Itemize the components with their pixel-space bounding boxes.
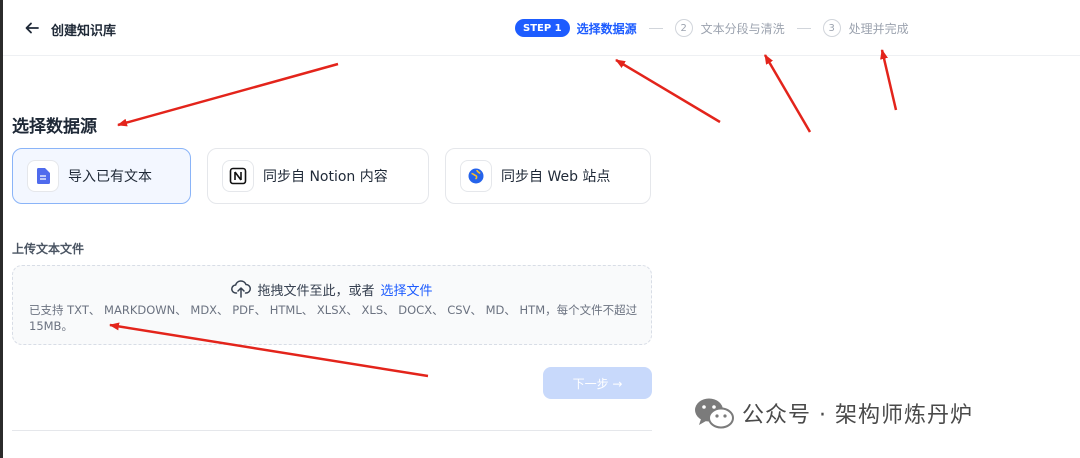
file-dropzone[interactable]: 拖拽文件至此，或者 选择文件 已支持 TXT、 MARKDOWN、 MDX、 P… bbox=[12, 265, 652, 345]
annotation-arrow bbox=[117, 62, 339, 127]
source-card-label: 导入已有文本 bbox=[68, 169, 152, 185]
cloud-upload-icon bbox=[231, 279, 252, 299]
page-header: 创建知识库 STEP 1 选择数据源 2 文本分段与清洗 3 处理并完成 bbox=[3, 0, 1080, 56]
page-title: 创建知识库 bbox=[51, 24, 117, 39]
back-arrow-icon[interactable] bbox=[23, 19, 41, 37]
step-indicator: STEP 1 选择数据源 2 文本分段与清洗 3 处理并完成 bbox=[515, 18, 909, 38]
source-card-notion[interactable]: 同步自 Notion 内容 bbox=[207, 148, 429, 204]
step-separator bbox=[648, 27, 663, 29]
step-3-label: 处理并完成 bbox=[848, 21, 909, 36]
watermark: 公众号 · 架构师炼丹炉 bbox=[692, 395, 973, 431]
step-separator bbox=[796, 27, 811, 29]
document-icon bbox=[27, 160, 59, 192]
window-frame-edge bbox=[0, 0, 3, 458]
web-icon bbox=[460, 160, 492, 192]
supported-formats-hint: 已支持 TXT、 MARKDOWN、 MDX、 PDF、 HTML、 XLSX、… bbox=[29, 303, 638, 333]
upload-section-label: 上传文本文件 bbox=[12, 242, 85, 256]
source-card-label: 同步自 Web 站点 bbox=[501, 169, 611, 185]
source-card-web[interactable]: 同步自 Web 站点 bbox=[445, 148, 651, 204]
footer-divider bbox=[12, 430, 652, 431]
notion-icon bbox=[222, 160, 254, 192]
step-1-badge: STEP 1 bbox=[515, 19, 570, 37]
step-3-number: 3 bbox=[822, 19, 841, 37]
step-2-label: 文本分段与清洗 bbox=[700, 21, 785, 36]
wechat-icon bbox=[695, 398, 734, 429]
next-step-button[interactable]: 下一步 → bbox=[543, 367, 652, 399]
annotation-arrow bbox=[615, 58, 721, 124]
step-2-number: 2 bbox=[674, 19, 693, 37]
select-file-link[interactable]: 选择文件 bbox=[381, 280, 433, 299]
section-title: 选择数据源 bbox=[12, 117, 97, 137]
dropzone-text: 拖拽文件至此，或者 bbox=[257, 283, 375, 299]
source-card-import-text[interactable]: 导入已有文本 bbox=[12, 148, 191, 204]
annotation-arrow bbox=[763, 54, 812, 133]
annotation-arrows bbox=[109, 49, 898, 378]
source-card-label: 同步自 Notion 内容 bbox=[263, 169, 388, 185]
step-1-label: 选择数据源 bbox=[576, 21, 637, 36]
annotation-arrow bbox=[880, 49, 898, 111]
watermark-text: 公众号 · 架构师炼丹炉 bbox=[742, 403, 973, 428]
